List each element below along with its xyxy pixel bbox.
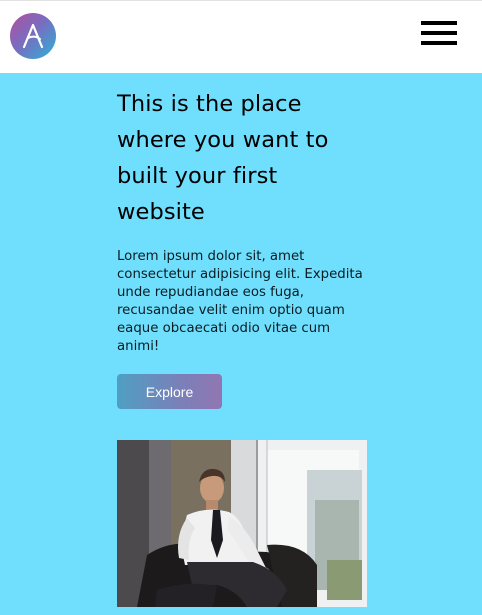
hero-photo — [117, 440, 367, 607]
menu-bar — [421, 21, 457, 25]
hero-section: This is the place where you want to buil… — [117, 86, 367, 409]
menu-bar — [421, 41, 457, 45]
hamburger-menu-icon[interactable] — [421, 21, 457, 45]
menu-bar — [421, 31, 457, 35]
logo-a-icon — [22, 23, 44, 49]
hero-headline: This is the place where you want to buil… — [117, 91, 329, 225]
navbar — [0, 1, 482, 73]
explore-button[interactable]: Explore — [117, 374, 222, 409]
man-in-chair-photo — [117, 440, 367, 607]
hero-description: Lorem ipsum dolor sit, amet consectetur … — [117, 249, 363, 354]
logo[interactable] — [10, 13, 56, 59]
